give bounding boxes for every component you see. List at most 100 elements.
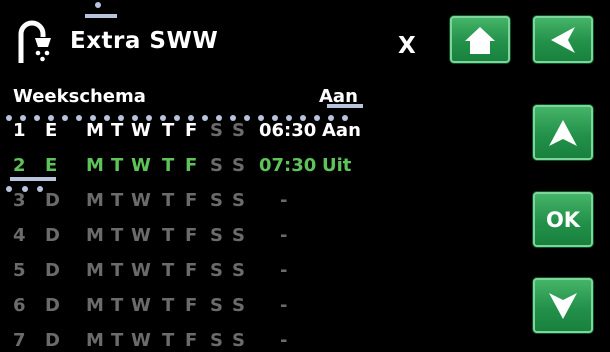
- schedule-row[interactable]: 4DMTWTFSS-: [0, 225, 400, 255]
- overlay-dot: [216, 115, 222, 121]
- schedule-row[interactable]: 6DMTWTFSS-: [0, 295, 400, 325]
- overlay-dot: [90, 115, 96, 121]
- row-number: 6: [13, 295, 26, 316]
- day-label: W: [131, 225, 151, 246]
- overlay-dot: [62, 115, 68, 121]
- day-label: F: [185, 120, 198, 141]
- day-label: S: [210, 330, 223, 351]
- row-time: -: [280, 330, 288, 351]
- overlay-dot: [258, 115, 264, 121]
- row-time: -: [280, 190, 288, 211]
- day-label: T: [111, 120, 124, 141]
- day-label: T: [162, 120, 175, 141]
- overlay-dot: [188, 115, 194, 121]
- day-label: M: [86, 330, 104, 351]
- day-label: S: [232, 225, 245, 246]
- overlay-dot: [95, 2, 101, 8]
- day-label: W: [131, 260, 151, 281]
- close-label[interactable]: X: [398, 33, 416, 59]
- day-label: T: [162, 190, 175, 211]
- day-label: S: [210, 260, 223, 281]
- row-number: 4: [13, 225, 26, 246]
- day-label: F: [185, 260, 198, 281]
- scroll-up-button[interactable]: [533, 105, 593, 160]
- overlay-dot: [160, 115, 166, 121]
- row-number: 7: [13, 330, 26, 351]
- overlay-dot: [76, 115, 82, 121]
- row-mode: E: [45, 155, 58, 176]
- overlay-dot: [272, 115, 278, 121]
- overlay-dot: [244, 115, 250, 121]
- screen: Extra SWW X OK Weekschema Aan 1EMTWTFSS0…: [0, 0, 610, 352]
- home-icon: [465, 26, 495, 54]
- day-label: S: [210, 120, 223, 141]
- day-label: W: [131, 330, 151, 351]
- overlay-dot: [22, 186, 28, 192]
- day-label: W: [131, 295, 151, 316]
- overlay-dot: [202, 115, 208, 121]
- day-label: S: [232, 330, 245, 351]
- day-label: S: [210, 295, 223, 316]
- back-arrow-icon: [551, 26, 575, 53]
- schedule-row[interactable]: 3DMTWTFSS-: [0, 190, 400, 220]
- row-number: 3: [13, 190, 26, 211]
- arrow-down-icon: [549, 292, 577, 319]
- row-time: 06:30: [259, 120, 317, 141]
- day-label: M: [86, 260, 104, 281]
- overlay-dot: [37, 186, 43, 192]
- home-button[interactable]: [450, 16, 510, 63]
- day-label: S: [232, 295, 245, 316]
- schedule-row[interactable]: 5DMTWTFSS-: [0, 260, 400, 290]
- schedule-row[interactable]: 7DMTWTFSS-: [0, 330, 400, 352]
- ok-label: OK: [545, 207, 581, 232]
- day-label: S: [210, 155, 223, 176]
- day-label: S: [232, 155, 245, 176]
- day-label: W: [131, 190, 151, 211]
- day-label: T: [162, 225, 175, 246]
- overlay-bar: [85, 14, 117, 18]
- hot-water-tap-icon: [18, 20, 51, 63]
- overlay-bar: [327, 104, 363, 108]
- row-state: Aan: [322, 120, 361, 141]
- day-label: S: [210, 190, 223, 211]
- day-label: M: [86, 225, 104, 246]
- overlay-dot: [174, 115, 180, 121]
- day-label: S: [232, 190, 245, 211]
- page-title: Extra SWW: [70, 28, 219, 54]
- day-label: T: [111, 295, 124, 316]
- day-label: M: [86, 120, 104, 141]
- overlay-dot: [300, 115, 306, 121]
- day-label: F: [185, 155, 198, 176]
- overlay-dot: [314, 115, 320, 121]
- overlay-dot: [132, 115, 138, 121]
- row-time: -: [280, 260, 288, 281]
- overlay-dot: [48, 115, 54, 121]
- row-time: 07:30: [259, 155, 317, 176]
- row-number: 5: [13, 260, 26, 281]
- day-label: T: [111, 225, 124, 246]
- row-time: -: [280, 225, 288, 246]
- row-mode: D: [45, 190, 60, 211]
- schedule-row[interactable]: 1 E M T W T F S S 06:30 Aan: [0, 120, 400, 150]
- scroll-down-button[interactable]: [533, 278, 593, 333]
- ok-button[interactable]: OK: [533, 192, 593, 247]
- day-label: W: [131, 155, 151, 176]
- overlay-dot: [6, 115, 12, 121]
- day-label: T: [111, 190, 124, 211]
- day-label: M: [86, 295, 104, 316]
- row-state: Uit: [322, 155, 352, 176]
- overlay-dot: [6, 186, 12, 192]
- schedule-row[interactable]: 2 E M T W T F S S 07:30 Uit: [0, 155, 400, 185]
- day-label: T: [111, 155, 124, 176]
- day-label: M: [86, 155, 104, 176]
- row-time: -: [280, 295, 288, 316]
- overlay-dot: [104, 115, 110, 121]
- day-label: W: [131, 120, 151, 141]
- back-button[interactable]: [533, 16, 593, 63]
- row-mode: D: [45, 225, 60, 246]
- day-label: T: [111, 330, 124, 351]
- overlay-dot: [342, 115, 348, 121]
- overlay-dot: [118, 115, 124, 121]
- row-mode: D: [45, 260, 60, 281]
- row-mode: D: [45, 295, 60, 316]
